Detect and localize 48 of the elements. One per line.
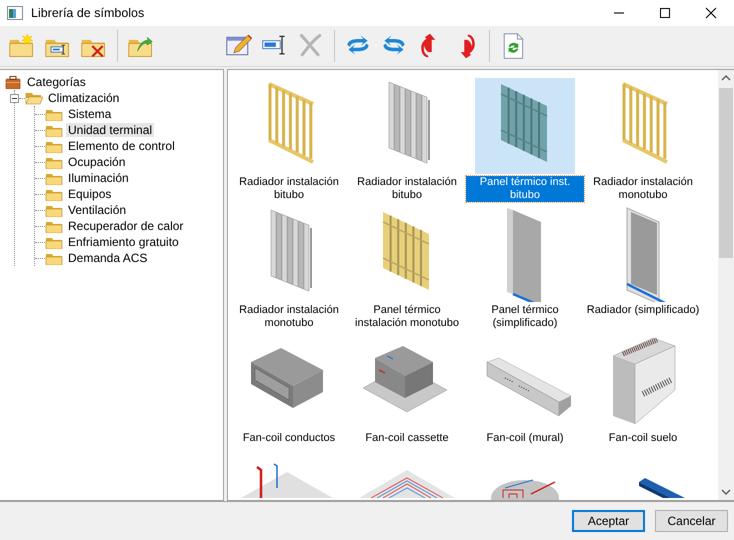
symbol-label[interactable]: Radiador instalación monotubo bbox=[230, 304, 348, 330]
tree-item[interactable]: Ventilación bbox=[66, 203, 128, 217]
symbol-label[interactable]: Fan-coil cassette bbox=[364, 432, 450, 445]
folder-icon bbox=[45, 155, 63, 169]
close-icon[interactable] bbox=[703, 5, 719, 21]
symbol-label[interactable]: Panel térmico (simplificado) bbox=[466, 304, 584, 330]
folder-icon bbox=[45, 219, 63, 233]
folder-icon bbox=[45, 187, 63, 201]
tree-item[interactable]: Equipos bbox=[66, 187, 114, 201]
tree-item[interactable]: Enfriamiento gratuito bbox=[66, 235, 181, 249]
folder-icon bbox=[45, 123, 63, 137]
open-folder-icon bbox=[25, 91, 43, 105]
tree-item[interactable]: Elemento de control bbox=[66, 139, 177, 153]
folder-icon bbox=[45, 235, 63, 249]
cooling-beam-drawing bbox=[639, 478, 685, 498]
symbol-label[interactable]: Fan-coil (mural) bbox=[485, 432, 564, 445]
tree-item[interactable]: Recuperador de calor bbox=[66, 219, 186, 233]
tree-item[interactable]: Sistema bbox=[66, 107, 114, 121]
symbol-label[interactable]: Panel térmico instalación monotubo bbox=[348, 304, 466, 330]
folder-icon bbox=[45, 203, 63, 217]
folder-icon bbox=[45, 107, 63, 121]
tree-item[interactable]: Unidad terminal bbox=[66, 123, 154, 137]
tree-item[interactable]: Ocupación bbox=[66, 155, 128, 169]
tree-item[interactable]: Demanda ACS bbox=[66, 251, 150, 265]
floor-heating-drawing bbox=[491, 480, 559, 500]
window-title: Librería de símbolos bbox=[31, 6, 146, 20]
accept-button[interactable]: Aceptar bbox=[572, 510, 645, 532]
maximize-icon[interactable] bbox=[657, 5, 673, 21]
app-icon bbox=[7, 6, 23, 20]
fan-coil-drawing bbox=[251, 348, 323, 408]
folder-icon bbox=[45, 139, 63, 153]
symbol-label[interactable]: Panel térmico inst. bitubo bbox=[466, 176, 584, 202]
symbol-label[interactable]: Fan-coil suelo bbox=[608, 432, 678, 445]
briefcase-icon bbox=[4, 75, 22, 89]
symbol-label[interactable]: Radiador instalación bitubo bbox=[230, 176, 348, 202]
symbol-label[interactable]: Radiador instalación monotubo bbox=[584, 176, 702, 202]
tree-item[interactable]: Categorías bbox=[25, 75, 88, 89]
symbol-label[interactable]: Fan-coil conductos bbox=[242, 432, 336, 445]
cancel-button[interactable]: Cancelar bbox=[655, 510, 728, 532]
tree-item[interactable]: Climatización bbox=[46, 91, 122, 105]
folder-icon bbox=[45, 251, 63, 265]
symbol-label[interactable]: Radiador (simplificado) bbox=[586, 304, 700, 317]
scrollbar-thumb[interactable] bbox=[719, 88, 733, 258]
collapse-icon[interactable] bbox=[10, 94, 19, 102]
scrollbar[interactable] bbox=[718, 70, 734, 500]
folder-icon bbox=[45, 171, 63, 185]
tree-item[interactable]: Iluminación bbox=[66, 171, 131, 185]
symbol-label[interactable]: Radiador instalación bitubo bbox=[348, 176, 466, 202]
